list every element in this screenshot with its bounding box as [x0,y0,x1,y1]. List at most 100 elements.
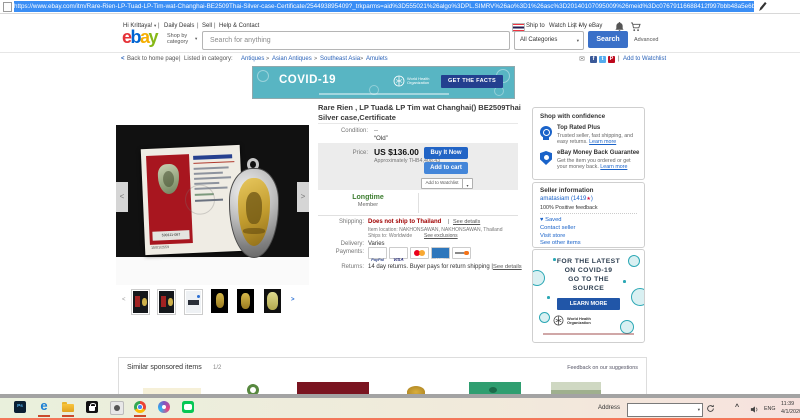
ebay-logo[interactable]: ebay [122,27,157,48]
clock-time[interactable]: 11:39 [781,401,794,407]
nav-my-ebay[interactable]: My eBay [579,23,602,29]
taskbar-paint3d-icon[interactable] [158,401,170,413]
breadcrumb-asian-antiques[interactable]: Asian Antiques [272,56,312,62]
shop-by-category-dropdown[interactable]: Shop by category ▾ [167,33,188,45]
logo-letter: y [149,27,158,47]
speaker-icon[interactable] [750,405,759,414]
certificate-header-bar [193,154,232,160]
taskbar-edge-icon[interactable]: e [38,399,50,413]
advanced-link[interactable]: Advanced [634,37,658,43]
condition-note: “Old” [374,135,388,142]
refresh-icon[interactable] [706,404,715,413]
who-line2: Organization [407,81,429,85]
language-indicator[interactable]: ENG [764,406,775,412]
photo-prev-arrow[interactable]: < [116,182,128,212]
price-value: US $136.00 [374,147,419,157]
nav-sell[interactable]: Sell [202,23,212,29]
item-photo-main[interactable]: 590111-087 15/01/2559 [116,125,309,285]
twitter-icon[interactable]: t [599,56,606,63]
visit-store-link[interactable]: Visit store [540,233,565,239]
thumbnail-6[interactable] [264,289,281,313]
thumbnail-2[interactable] [157,289,176,315]
add-to-watchlist-text: Add to Watchlist [425,180,458,185]
thumb-gold-amulet [241,293,250,309]
seller-id-row[interactable]: amatasiam (1419★) [540,196,593,202]
thumbnail-4[interactable] [211,289,228,313]
taskbar-chrome-icon[interactable] [134,401,146,413]
thumbs-prev-arrow[interactable]: < [122,297,126,303]
trp-ribbon [543,137,549,140]
shipping-see-details-link[interactable]: See details [453,219,480,225]
url-text[interactable]: https://www.ebay.com/itm/Rare-Rien-LP-Tu… [14,1,754,12]
sponsored-page-indicator: 1/2 [213,365,221,371]
returns-see-details-link[interactable]: See details [493,264,522,270]
pendant-gold-amulet [238,178,270,246]
add-to-watchlist-link[interactable]: Add to Watchlist [623,56,666,62]
separator: | [448,219,449,225]
payment-discover-icon [452,247,471,259]
active-app-indicator [134,415,146,417]
clock-date[interactable]: 4/1/2020 [781,409,800,415]
contact-seller-link[interactable]: Contact seller [540,225,575,231]
thumbnail-5[interactable] [237,289,254,313]
taskbar-photos-icon[interactable] [110,401,124,415]
certificate-text-line [194,176,231,180]
see-exclusions-link[interactable]: See exclusions [424,233,458,239]
taskbar-store-icon[interactable] [86,401,98,413]
certificate-date: 15/01/2559 [151,245,169,250]
seller-saved-link[interactable]: ♥ Saved [540,217,562,223]
add-to-cart-button[interactable]: Add to cart [424,162,468,174]
browser-address-bar[interactable]: https://www.ebay.com/itm/Rare-Rien-LP-Tu… [0,0,800,14]
buy-it-now-button[interactable]: Buy It Now [424,147,468,159]
logo-letter: b [131,27,141,47]
nav-daily-deals[interactable]: Daily Deals [164,23,194,29]
see-other-items-link[interactable]: See other items [540,240,581,246]
covid-ad-line2: ON COVID-19 [533,267,644,274]
covid-banner[interactable]: COVID-19 World Health Organization GET T… [252,66,515,99]
pinterest-icon[interactable]: P [608,56,615,63]
address-toolbar-input[interactable]: ▾ [627,403,703,417]
category-select[interactable]: All Categories ▾ [514,31,584,50]
sponsored-feedback-link[interactable]: Feedback on our suggestions [567,365,638,371]
thumb-card-back [188,300,199,305]
taskbar-photoshop-icon[interactable]: Ps [14,401,26,413]
amulet-figure [163,171,175,187]
breadcrumb-antiques[interactable]: Antiques [241,56,264,62]
trp-learn-more-link[interactable]: Learn more [589,139,616,145]
covid-sidebar-ad[interactable]: FOR THE LATEST ON COVID-19 GO TO THE SOU… [532,249,645,343]
seller-name-link[interactable]: amatasiam [540,196,569,202]
search-button[interactable]: Search [588,31,628,48]
pendant-silver-case [229,168,279,258]
thumbnail-3[interactable] [184,289,203,315]
facebook-icon[interactable]: f [590,56,597,63]
watchlist-caret-button[interactable]: ▾ [462,178,473,189]
photo-next-arrow[interactable]: > [297,182,309,212]
thumbnail-1[interactable] [131,289,150,315]
add-to-watchlist-button[interactable]: Add to Watchlist [421,178,463,189]
get-the-facts-button[interactable]: GET THE FACTS [441,75,503,88]
cart-icon[interactable] [630,22,641,32]
breadcrumb-southeast-asia[interactable]: Southeast Asia [320,56,360,62]
breadcrumb-amulets[interactable]: Amulets [366,56,388,62]
thumb-image [186,291,201,313]
payments-label: Payments: [316,249,364,255]
shop-by-line2: category [167,39,188,45]
taskbar-file-explorer-icon[interactable] [62,401,74,413]
thumbs-next-arrow[interactable]: > [291,297,295,303]
nav-help-contact[interactable]: Help & Contact [219,23,259,29]
back-to-home-link[interactable]: Back to home page [127,56,179,62]
mbg-learn-more-link[interactable]: Learn more [600,164,627,170]
search-input[interactable]: Search for anything [202,31,510,50]
learn-more-button[interactable]: LEARN MORE [557,298,620,310]
taskbar-line-icon[interactable] [182,401,194,413]
active-app-indicator [62,415,74,417]
back-chevron-icon: < [121,56,125,62]
show-hidden-icons-chevron[interactable]: ^ [735,404,739,411]
nav-ship-to[interactable]: Ship to [526,23,545,29]
email-share-icon[interactable]: ✉ [579,55,585,63]
camera-lens [114,405,120,411]
caret-down-icon[interactable]: ▾ [698,407,700,413]
certificate-amulet-photo [157,164,179,195]
pen-icon[interactable] [758,1,767,12]
listed-in-category-label: Listed in category: [184,56,233,62]
